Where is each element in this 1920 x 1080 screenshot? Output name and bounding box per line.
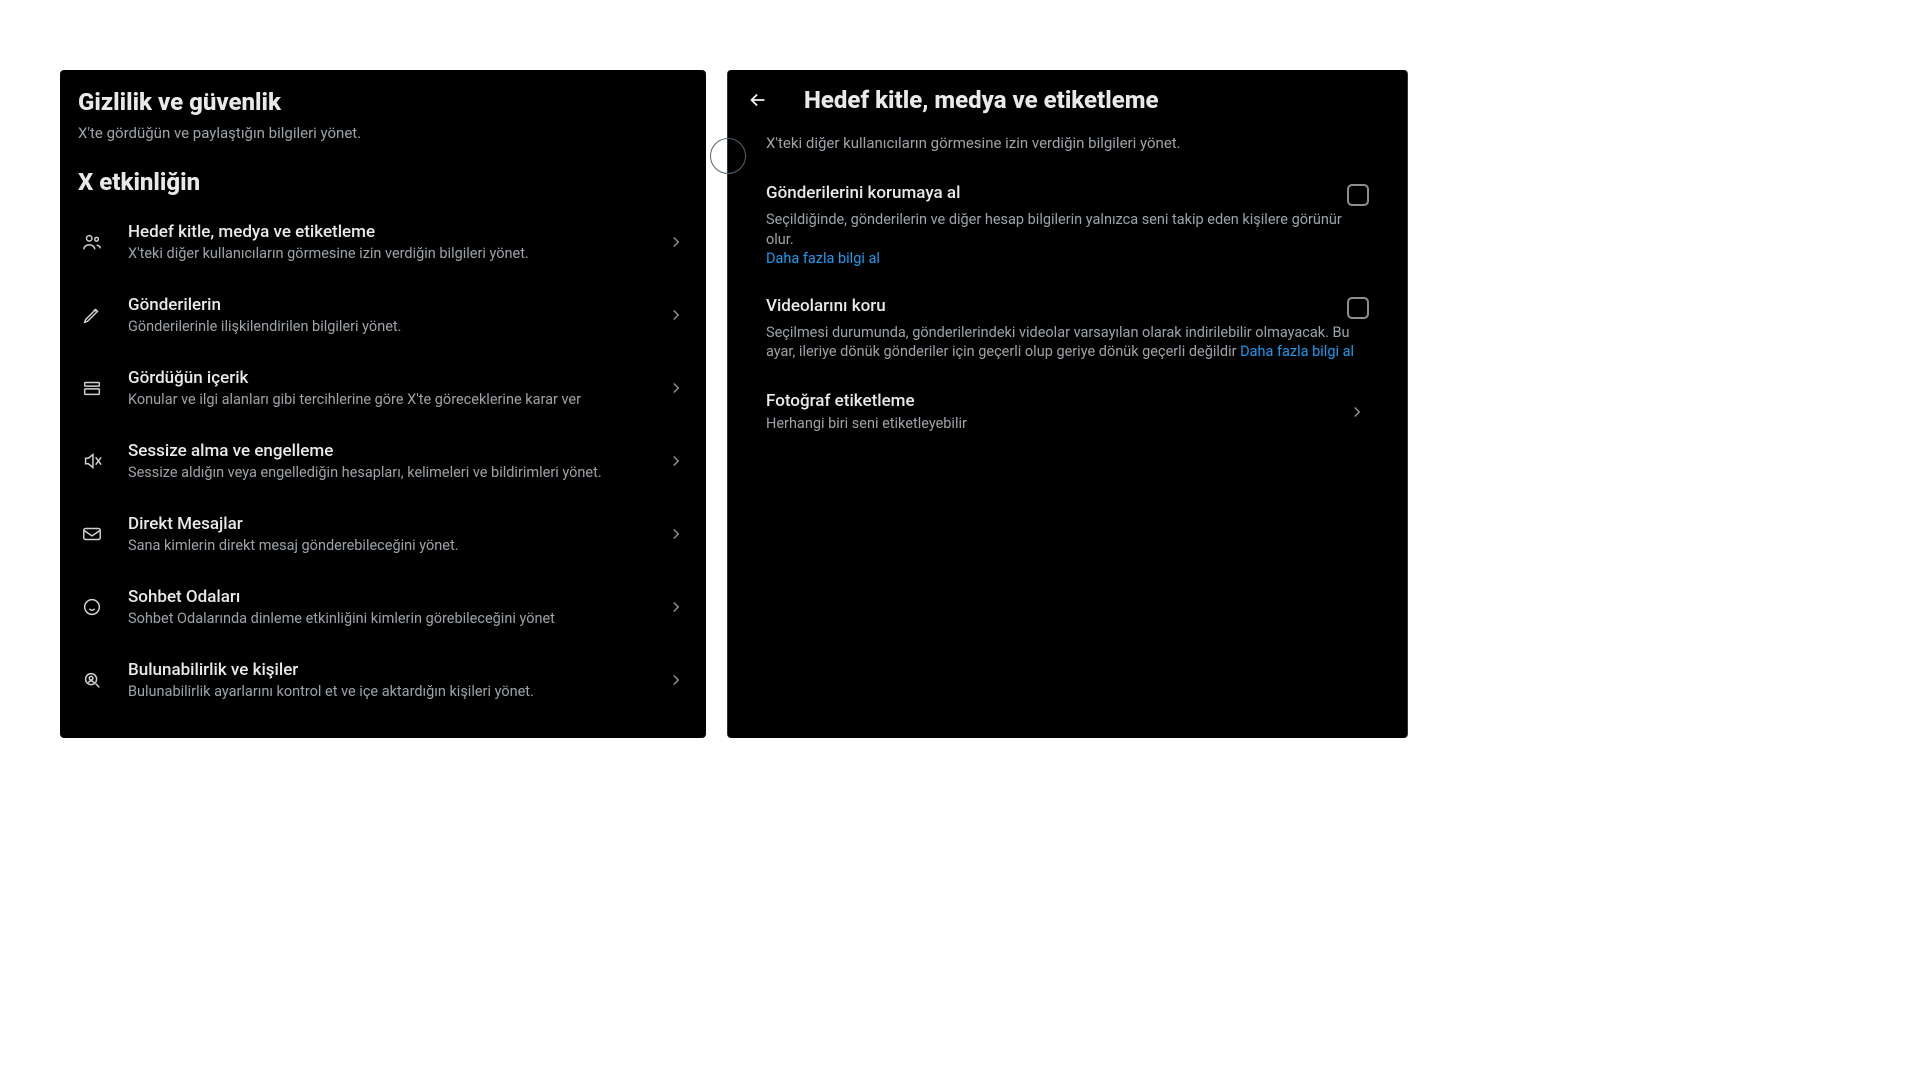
chevron-right-icon — [664, 522, 688, 546]
menu-item-desc: Sana kimlerin direkt mesaj gönderebilece… — [128, 537, 664, 556]
setting-desc: Herhangi biri seni etiketleyebilir — [766, 414, 1345, 434]
setting-photo-tagging[interactable]: Fotoğraf etiketleme Herhangi biri seni e… — [728, 378, 1407, 446]
page-title: Gizlilik ve güvenlik — [60, 70, 706, 124]
setting-title: Videolarını koru — [766, 295, 886, 317]
menu-item-title: Gönderilerin — [128, 294, 664, 316]
search-person-icon — [78, 666, 106, 694]
menu-item-content-you-see[interactable]: Gördüğün içerik Konular ve ilgi alanları… — [60, 352, 706, 425]
learn-more-link[interactable]: Daha fazla bilgi al — [766, 250, 880, 267]
chevron-right-icon — [664, 668, 688, 692]
menu-item-title: Sessize alma ve engelleme — [128, 440, 664, 462]
protect-videos-checkbox[interactable] — [1347, 297, 1369, 319]
setting-link-text: Fotoğraf etiketleme Herhangi biri seni e… — [766, 390, 1345, 434]
menu-item-text: Hedef kitle, medya ve etiketleme X'teki … — [128, 221, 664, 264]
page-subtitle: X'te gördüğün ve paylaştığın bilgileri y… — [60, 124, 706, 168]
menu-item-text: Sohbet Odaları Sohbet Odalarında dinleme… — [128, 586, 664, 629]
menu-item-desc: Sessize aldığın veya engellediğin hesapl… — [128, 464, 664, 483]
privacy-safety-panel: Gizlilik ve güvenlik X'te gördüğün ve pa… — [60, 70, 706, 738]
arrow-left-icon — [747, 89, 769, 111]
menu-item-title: Gördüğün içerik — [128, 367, 664, 389]
setting-title: Gönderilerini korumaya al — [766, 182, 960, 204]
people-icon — [78, 228, 106, 256]
setting-desc: Seçilmesi durumunda, gönderilerindeki vi… — [766, 323, 1369, 362]
menu-item-text: Gönderilerin Gönderilerinle ilişkilendir… — [128, 294, 664, 337]
section-title: X etkinliğin — [60, 168, 706, 206]
menu-item-title: Direkt Mesajlar — [128, 513, 664, 535]
setting-protect-videos: Videolarını koru Seçilmesi durumunda, gö… — [728, 285, 1407, 378]
menu-item-direct-messages[interactable]: Direkt Mesajlar Sana kimlerin direkt mes… — [60, 498, 706, 571]
menu-item-spaces[interactable]: Sohbet Odaları Sohbet Odalarında dinleme… — [60, 571, 706, 644]
chevron-right-icon — [664, 303, 688, 327]
envelope-icon — [78, 520, 106, 548]
menu-item-text: Direkt Mesajlar Sana kimlerin direkt mes… — [128, 513, 664, 556]
menu-item-text: Gördüğün içerik Konular ve ilgi alanları… — [128, 367, 664, 410]
menu-item-audience[interactable]: Hedef kitle, medya ve etiketleme X'teki … — [60, 206, 706, 279]
menu-item-desc: Sohbet Odalarında dinleme etkinliğini ki… — [128, 610, 664, 629]
mute-icon — [78, 447, 106, 475]
menu-item-mute-block[interactable]: Sessize alma ve engelleme Sessize aldığı… — [60, 425, 706, 498]
smile-icon — [78, 593, 106, 621]
menu-item-title: Sohbet Odaları — [128, 586, 664, 608]
menu-item-text: Sessize alma ve engelleme Sessize aldığı… — [128, 440, 664, 483]
audience-tagging-panel: Hedef kitle, medya ve etiketleme X'teki … — [727, 70, 1408, 738]
setting-desc: Seçildiğinde, gönderilerin ve diğer hesa… — [766, 210, 1369, 269]
detail-title: Hedef kitle, medya ve etiketleme — [804, 86, 1159, 114]
chevron-right-icon — [664, 230, 688, 254]
menu-item-title: Hedef kitle, medya ve etiketleme — [128, 221, 664, 243]
content-icon — [78, 374, 106, 402]
pencil-icon — [78, 301, 106, 329]
setting-desc-text: Seçildiğinde, gönderilerin ve diğer hesa… — [766, 211, 1342, 248]
back-button[interactable] — [740, 82, 776, 118]
protect-posts-checkbox[interactable] — [1347, 184, 1369, 206]
menu-item-desc: Bulunabilirlik ayarlarını kontrol et ve … — [128, 683, 664, 702]
menu-item-text: Bulunabilirlik ve kişiler Bulunabilirlik… — [128, 659, 664, 702]
menu-item-desc: Konular ve ilgi alanları gibi tercihleri… — [128, 391, 664, 410]
setting-title: Fotoğraf etiketleme — [766, 390, 1345, 412]
menu-item-discoverability[interactable]: Bulunabilirlik ve kişiler Bulunabilirlik… — [60, 644, 706, 717]
chevron-right-icon — [664, 376, 688, 400]
chevron-right-icon — [664, 449, 688, 473]
menu-item-your-posts[interactable]: Gönderilerin Gönderilerinle ilişkilendir… — [60, 279, 706, 352]
learn-more-link[interactable]: Daha fazla bilgi al — [1240, 343, 1354, 360]
menu-item-title: Bulunabilirlik ve kişiler — [128, 659, 664, 681]
menu-item-desc: Gönderilerinle ilişkilendirilen bilgiler… — [128, 318, 664, 337]
menu-item-desc: X'teki diğer kullanıcıların görmesine iz… — [128, 245, 664, 264]
chevron-right-icon — [664, 595, 688, 619]
chevron-right-icon — [1345, 400, 1369, 424]
setting-protect-posts: Gönderilerini korumaya al Seçildiğinde, … — [728, 172, 1407, 285]
detail-subtitle: X'teki diğer kullanıcıların görmesine iz… — [728, 126, 1407, 172]
detail-header: Hedef kitle, medya ve etiketleme — [728, 70, 1407, 126]
accent-ring-icon — [710, 138, 746, 174]
